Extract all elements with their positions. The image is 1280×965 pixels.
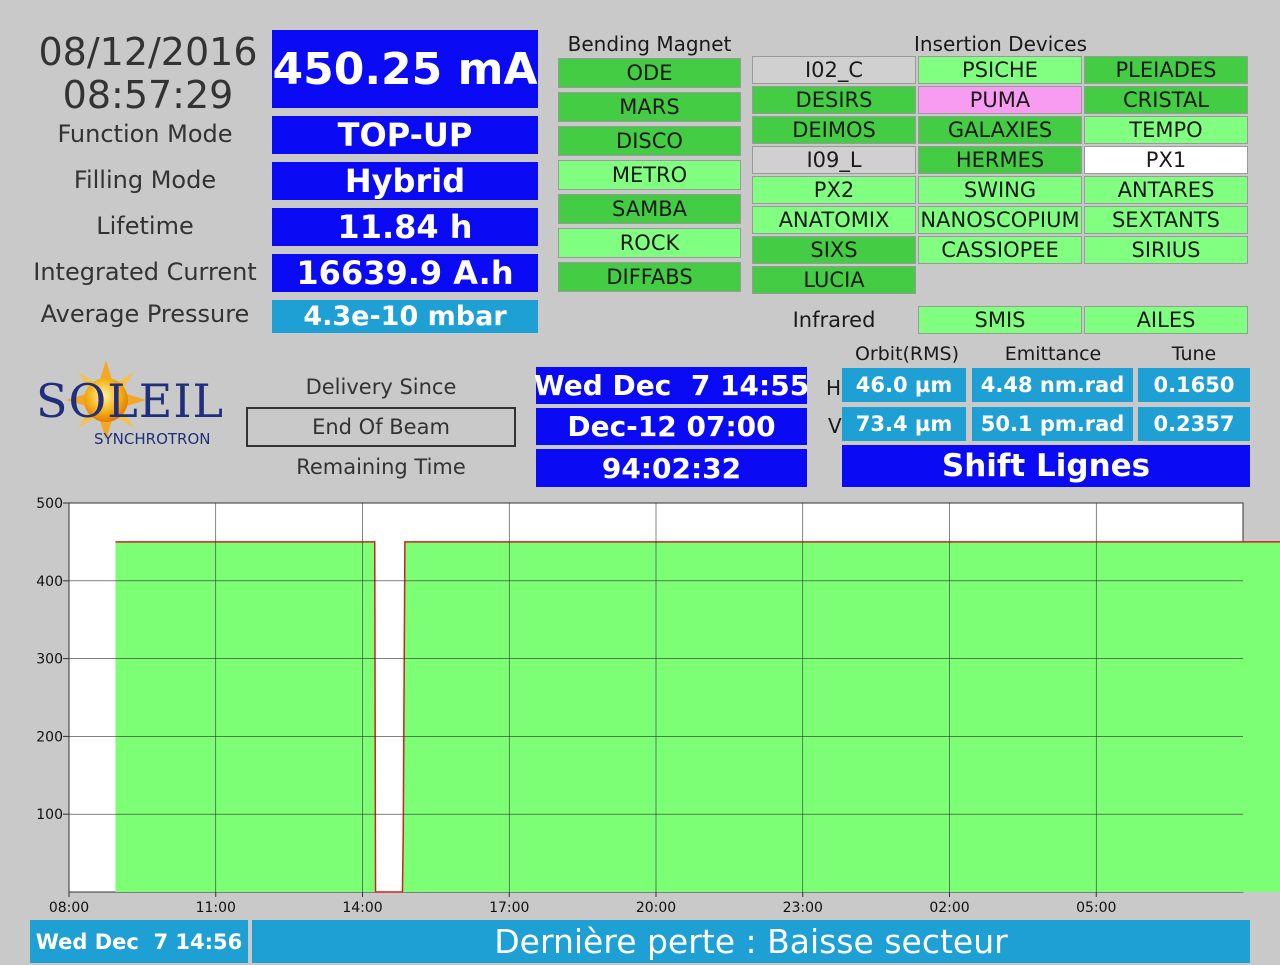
delivery-since-value: Wed Dec 7 14:55 [533,367,810,404]
beam-current: 450.25 mA [272,30,538,108]
y-tick-label: 500 [36,496,63,512]
orbit-h-value: 46.0 µm [842,368,966,402]
param-value: 4.3e-10 mbar [272,300,538,333]
bending-magnet-samba[interactable]: SAMBA [558,194,741,224]
x-tick-label: 02:00 [929,900,969,915]
insertion-device-antares[interactable]: ANTARES [1084,176,1248,204]
insertion-device-tempo[interactable]: TEMPO [1084,116,1248,144]
bending-magnet-ode[interactable]: ODE [558,58,741,88]
infrared-smis[interactable]: SMIS [918,306,1082,334]
insertion-device-i02_c[interactable]: I02_C [752,56,916,84]
end-of-beam-label: End Of Beam [246,407,516,447]
insertion-device-pleiades[interactable]: PLEIADES [1084,56,1248,84]
x-tick-label: 17:00 [489,900,529,915]
emittance-v-value: 50.1 pm.rad [972,407,1133,441]
insertion-device-hermes[interactable]: HERMES [918,146,1082,174]
insertion-device-sirius[interactable]: SIRIUS [1084,236,1248,264]
insertion-device-desirs[interactable]: DESIRS [752,86,916,114]
current-area [115,541,1280,892]
orbit-header: Orbit(RMS) [854,343,960,365]
insertion-device-px2[interactable]: PX2 [752,176,916,204]
soleil-logo: SOLEIL SYNCHROTRON [34,360,234,450]
insertion-device-i09_l[interactable]: I09_L [752,146,916,174]
footer-timestamp: Wed Dec 7 14:56 [30,920,248,963]
bending-magnet-mars[interactable]: MARS [558,92,741,122]
shift-status: Shift Lignes [842,445,1250,487]
remaining-time-label: Remaining Time [296,455,466,479]
insertion-device-galaxies[interactable]: GALAXIES [918,116,1082,144]
logo-main-text: SOLEIL [36,374,225,428]
insertion-device-sixs[interactable]: SIXS [752,236,916,264]
x-tick-label: 05:00 [1076,900,1116,915]
param-label: Lifetime [96,212,194,240]
tune-h-value: 0.1650 [1138,368,1250,402]
insertion-devices-title: Insertion Devices [913,32,1087,56]
v-label: V [828,414,842,438]
y-tick-label: 300 [36,652,63,668]
footer-message: Dernière perte : Baisse secteur [252,920,1250,963]
end-of-beam-value: Dec-12 07:00 [536,408,807,445]
h-label: H [826,376,842,400]
param-value: TOP-UP [272,116,538,154]
remaining-time-value: 94:02:32 [536,449,807,487]
insertion-device-deimos[interactable]: DEIMOS [752,116,916,144]
y-tick-label: 100 [36,807,63,823]
y-tick-label: 400 [36,574,63,590]
tune-header: Tune [1171,343,1217,365]
insertion-device-lucia[interactable]: LUCIA [752,266,916,294]
beam-current-chart: 100 200 300 400 500 11:00 14:00 17:00 20:00 23:00… [36,496,1280,915]
emittance-header: Emittance [1004,343,1102,365]
param-label: Filling Mode [73,166,217,194]
insertion-device-nanoscopium[interactable]: NANOSCOPIUM [918,206,1082,234]
insertion-device-swing[interactable]: SWING [918,176,1082,204]
infrared-ailes[interactable]: AILES [1084,306,1248,334]
insertion-device-cristal[interactable]: CRISTAL [1084,86,1248,114]
x-tick-label: 11:00 [196,900,236,915]
bending-magnet-diffabs[interactable]: DIFFABS [558,262,741,292]
param-label: Function Mode [57,120,233,148]
tune-v-value: 0.2357 [1138,407,1250,441]
x-tick-label: 08:00 [49,900,89,915]
bending-magnet-rock[interactable]: ROCK [558,228,741,258]
clock-time: 08:57:29 [62,73,234,117]
clock-date: 08/12/2016 [38,30,258,74]
param-label: Integrated Current [33,258,257,286]
x-tick-label: 23:00 [783,900,823,915]
param-value: Hybrid [272,162,538,200]
insertion-device-psiche[interactable]: PSICHE [918,56,1082,84]
delivery-since-label: Delivery Since [305,375,457,399]
emittance-h-value: 4.48 nm.rad [972,368,1133,402]
bending-magnet-metro[interactable]: METRO [558,160,741,190]
param-label: Average Pressure [40,300,250,328]
insertion-device-anatomix[interactable]: ANATOMIX [752,206,916,234]
logo-sub-text: SYNCHROTRON [94,430,211,448]
bending-magnet-disco[interactable]: DISCO [558,126,741,156]
x-tick-label: 20:00 [636,900,676,915]
orbit-v-value: 73.4 µm [842,407,966,441]
param-value: 16639.9 A.h [272,254,538,292]
x-tick-label: 14:00 [342,900,382,915]
y-tick-label: 200 [36,729,63,745]
infrared-label: Infrared [792,308,876,332]
insertion-device-sextants[interactable]: SEXTANTS [1084,206,1248,234]
bending-magnet-title: Bending Magnet [567,32,732,56]
insertion-device-puma[interactable]: PUMA [918,86,1082,114]
param-value: 11.84 h [272,208,538,246]
insertion-device-cassiopee[interactable]: CASSIOPEE [918,236,1082,264]
insertion-device-px1[interactable]: PX1 [1084,146,1248,174]
